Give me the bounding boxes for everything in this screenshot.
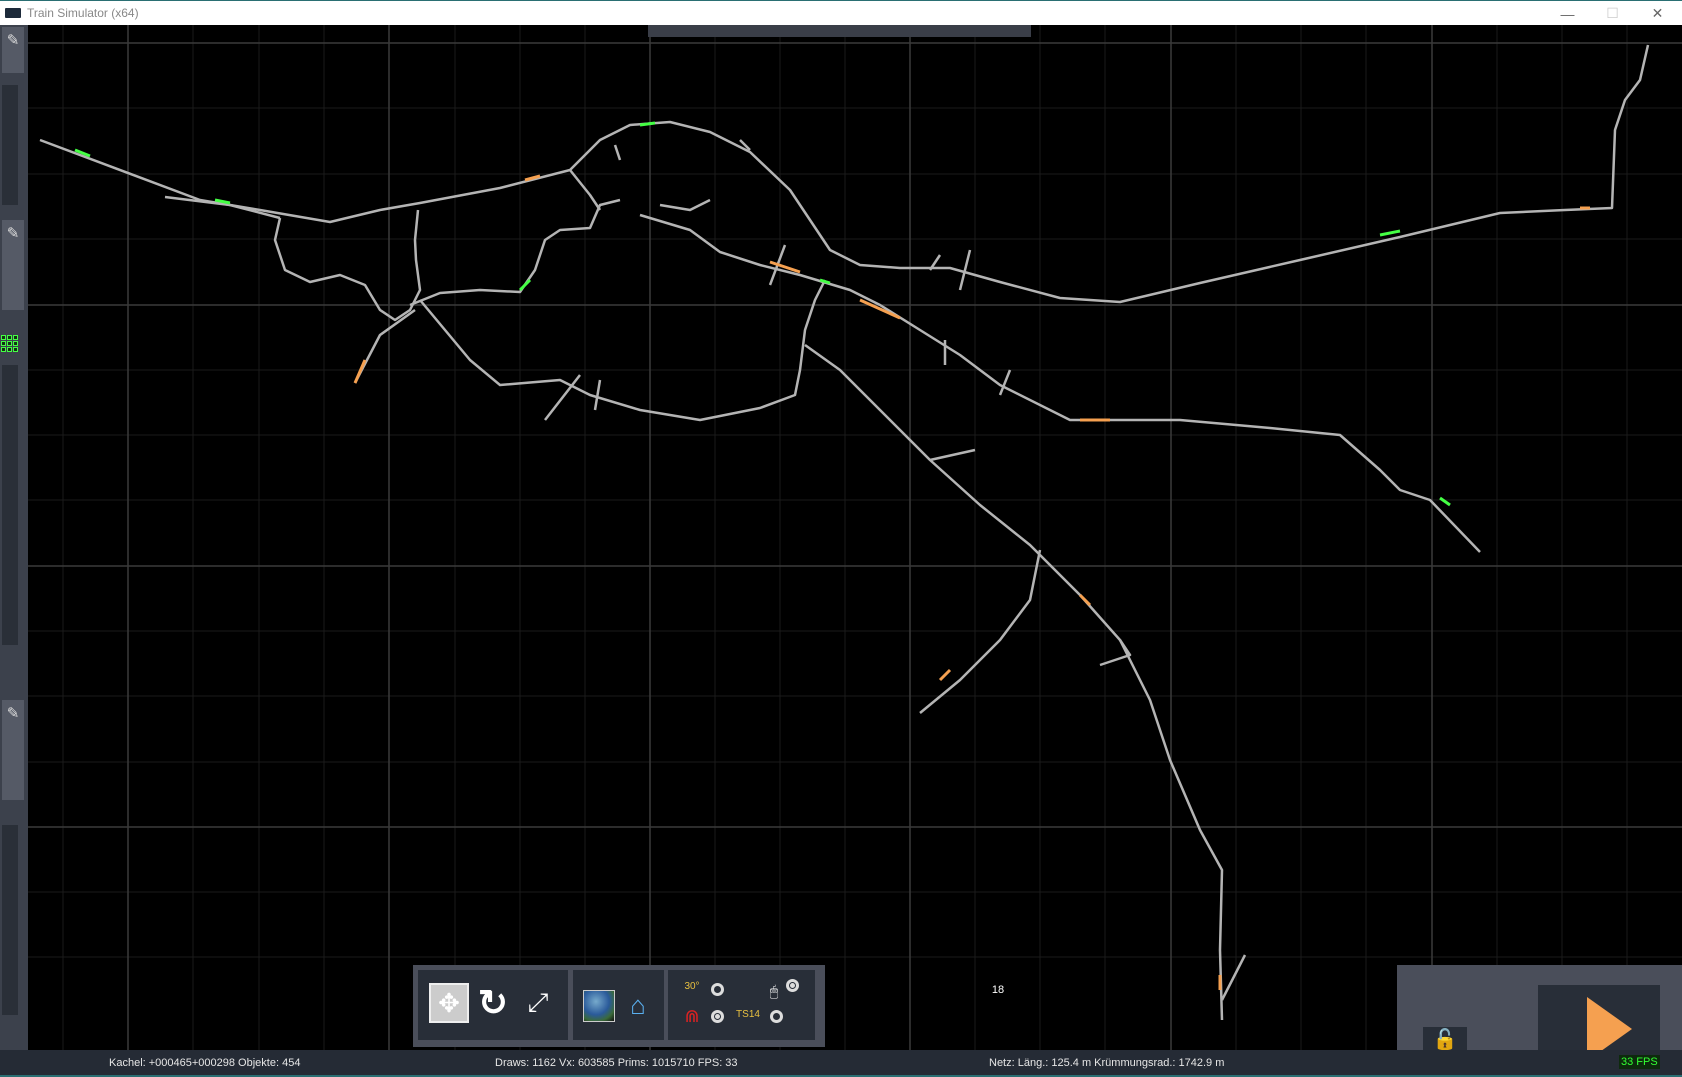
- close-button[interactable]: ✕: [1635, 1, 1680, 26]
- snap-radio[interactable]: [711, 1010, 724, 1023]
- ts14-axis-icon: TS14: [736, 1008, 760, 1020]
- fps-counter: 33 FPS: [1619, 1055, 1660, 1069]
- left-panel-section: [2, 825, 18, 1015]
- ts14-radio[interactable]: [770, 1010, 783, 1023]
- magnet-icon: ⋒: [684, 1005, 700, 1026]
- pin-icon[interactable]: ✎: [2, 220, 24, 310]
- rotate-reset-icon[interactable]: ↻: [473, 982, 513, 1023]
- world-tools-group: ⌂: [573, 970, 664, 1040]
- top-panel-handle[interactable]: [648, 25, 1031, 37]
- map-viewport[interactable]: [0, 25, 1682, 1050]
- fit-view-icon[interactable]: ✥: [429, 983, 469, 1023]
- angle-radio[interactable]: [711, 983, 724, 996]
- options-group: 30° 18 🖱 ⋒ TS14: [668, 970, 1010, 1040]
- tracks: [39, 44, 1650, 1021]
- network-info: Netz: Läng.: 125.4 m Krümmungsrad.: 1742…: [989, 1057, 1225, 1069]
- status-bar: Kachel: +000465+000298 Objekte: 454 Draw…: [0, 1050, 1682, 1077]
- grid-icon[interactable]: [1, 335, 18, 352]
- render-stats: Draws: 1162 Vx: 603585 Prims: 1015710 FP…: [495, 1057, 738, 1069]
- maximize-button[interactable]: ☐: [1590, 1, 1635, 26]
- pin-icon[interactable]: ✎: [2, 27, 24, 73]
- view-tools-group: ✥ ↻ ⤢: [418, 970, 568, 1040]
- app-logo-icon: [5, 8, 21, 18]
- track-highlights: [74, 121, 1590, 990]
- pin-icon[interactable]: ✎: [2, 700, 24, 800]
- resize-icon[interactable]: ⤢: [518, 983, 558, 1023]
- angle-30-icon: 30°: [684, 980, 700, 992]
- window-title: Train Simulator (x64): [27, 6, 139, 20]
- home-icon[interactable]: ⌂: [621, 988, 655, 1022]
- left-panel-section: [2, 365, 18, 645]
- left-panel-section: [2, 85, 18, 205]
- track-map[interactable]: [0, 25, 1682, 1050]
- major-grid: [0, 25, 1682, 1050]
- right-control-panel: 🔓: [1397, 965, 1682, 1065]
- left-sidebar: ✎ ✎ ✎: [0, 25, 28, 1050]
- bottom-toolbar: ✥ ↻ ⤢ ⌂ 30° 18 🖱 ⋒ TS14: [413, 965, 1010, 1047]
- tile-info: Kachel: +000465+000298 Objekte: 454: [109, 1057, 301, 1069]
- number-field[interactable]: 18: [986, 979, 1010, 1001]
- globe-icon[interactable]: [583, 990, 615, 1022]
- minor-grid: [0, 25, 1682, 1050]
- title-bar: Train Simulator (x64) — ☐ ✕: [0, 0, 1682, 25]
- mouse-icon: 🖱: [769, 982, 779, 999]
- minimize-button[interactable]: —: [1545, 1, 1590, 26]
- mouse-radio[interactable]: [786, 979, 799, 992]
